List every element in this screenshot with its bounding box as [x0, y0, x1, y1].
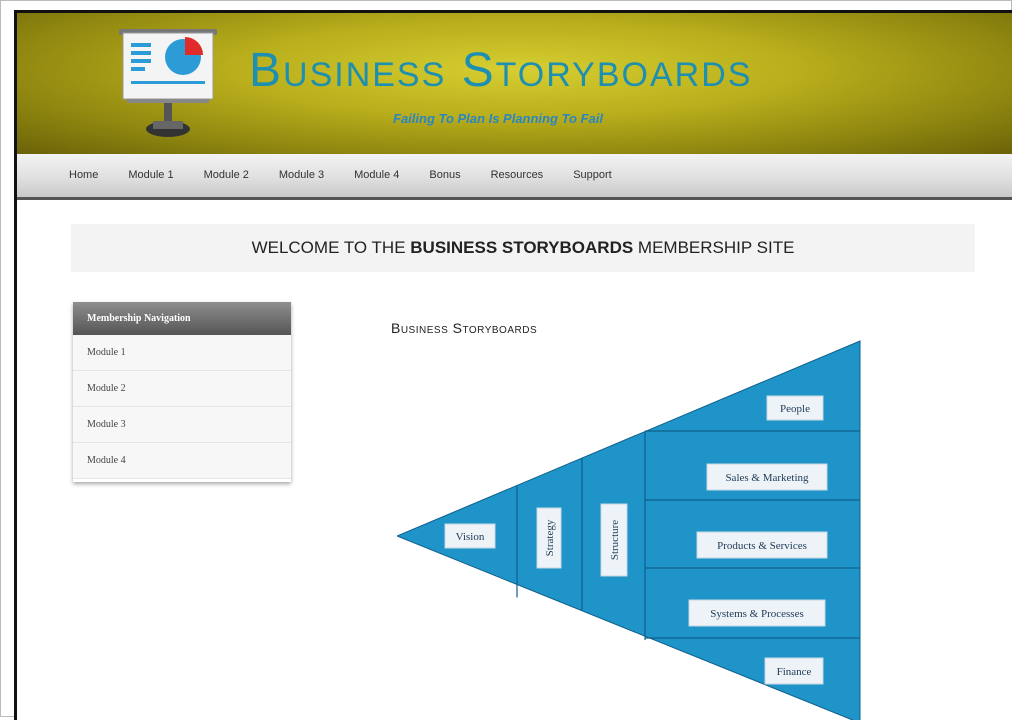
- label-structure: Structure: [600, 503, 628, 577]
- sidebar-item-module-4[interactable]: Module 4: [73, 443, 291, 479]
- label-sales-marketing: Sales & Marketing: [706, 463, 828, 491]
- storyboard-diagram: Vision Strategy Structure People Sales &…: [397, 340, 861, 720]
- label-systems-processes: Systems & Processes: [688, 599, 826, 627]
- welcome-suffix: MEMBERSHIP SITE: [633, 238, 795, 257]
- nav-bonus[interactable]: Bonus: [429, 169, 460, 181]
- welcome-prefix: WELCOME TO THE: [251, 238, 411, 257]
- presentation-board-icon: [119, 29, 217, 137]
- label-products-services: Products & Services: [696, 531, 828, 559]
- nav-resources[interactable]: Resources: [491, 169, 544, 181]
- nav-home[interactable]: Home: [69, 169, 98, 181]
- site-header: Business Storyboards Failing To Plan Is …: [17, 13, 1012, 154]
- diagram-title: Business Storyboards: [391, 320, 538, 336]
- site-tagline: Failing To Plan Is Planning To Fail: [393, 111, 603, 126]
- nav-module-1[interactable]: Module 1: [128, 169, 173, 181]
- nav-module-2[interactable]: Module 2: [204, 169, 249, 181]
- label-people: People: [766, 395, 824, 421]
- sidebar-item-module-1[interactable]: Module 1: [73, 335, 291, 371]
- svg-text:Systems & Processes: Systems & Processes: [710, 608, 804, 620]
- label-strategy: Strategy: [536, 507, 562, 569]
- site-title: Business Storyboards: [249, 44, 753, 97]
- nav-support[interactable]: Support: [573, 169, 612, 181]
- page: Business Storyboards Failing To Plan Is …: [14, 10, 1012, 720]
- sidebar-item-module-3[interactable]: Module 3: [73, 407, 291, 443]
- svg-text:Products & Services: Products & Services: [717, 540, 807, 552]
- nav-module-4[interactable]: Module 4: [354, 169, 399, 181]
- main-nav: Home Module 1 Module 2 Module 3 Module 4…: [17, 154, 1012, 200]
- svg-text:Strategy: Strategy: [544, 519, 556, 556]
- nav-module-3[interactable]: Module 3: [279, 169, 324, 181]
- svg-text:Vision: Vision: [456, 531, 485, 543]
- membership-navigation: Membership Navigation Module 1 Module 2 …: [73, 302, 291, 482]
- welcome-banner: WELCOME TO THE BUSINESS STORYBOARDS MEMB…: [71, 224, 975, 272]
- sidebar-item-module-2[interactable]: Module 2: [73, 371, 291, 407]
- svg-text:Finance: Finance: [777, 666, 812, 678]
- label-vision: Vision: [444, 523, 496, 549]
- svg-text:Structure: Structure: [609, 520, 621, 560]
- welcome-brand: BUSINESS STORYBOARDS: [410, 238, 634, 257]
- sidebar-heading: Membership Navigation: [73, 302, 291, 335]
- svg-text:People: People: [780, 403, 810, 415]
- label-finance: Finance: [764, 657, 824, 685]
- svg-text:Sales & Marketing: Sales & Marketing: [725, 472, 809, 484]
